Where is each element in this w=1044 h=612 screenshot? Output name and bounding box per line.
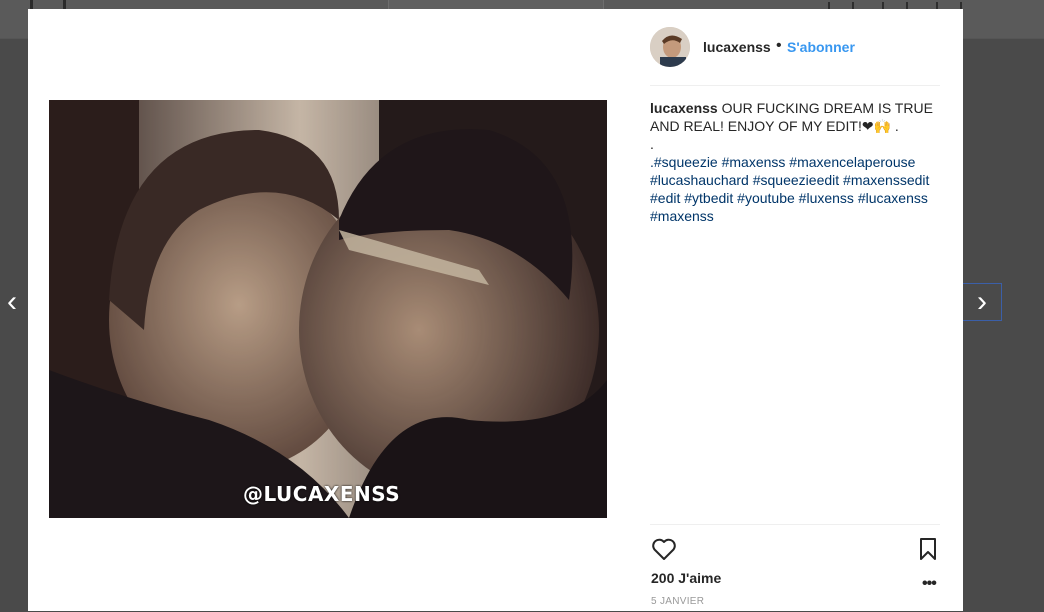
- avatar-image: [650, 27, 690, 67]
- bookmark-icon[interactable]: [918, 537, 938, 561]
- header-separator: •: [776, 37, 782, 54]
- likes-count[interactable]: 200 J'aime: [651, 570, 721, 586]
- post-photo-image: [49, 100, 607, 518]
- post-photo: @LUCAXENSS: [49, 100, 607, 518]
- more-options-icon[interactable]: •••: [922, 575, 937, 593]
- post-caption: lucaxenss OUR FUCKING DREAM IS TRUE AND …: [650, 99, 940, 225]
- next-post-arrow-icon[interactable]: ›: [962, 283, 1002, 321]
- heart-icon[interactable]: [651, 537, 677, 561]
- caption-hashtags[interactable]: .#squeezie #maxenss #maxencelaperouse #l…: [650, 154, 929, 224]
- post-modal: @LUCAXENSS lucaxenss • S'abonner lucaxen…: [28, 9, 963, 611]
- post-header: lucaxenss • S'abonner: [650, 27, 940, 86]
- post-sidebar: lucaxenss • S'abonner lucaxenss OUR FUCK…: [650, 9, 940, 611]
- post-date[interactable]: 5 JANVIER: [651, 596, 704, 607]
- username-link[interactable]: lucaxenss: [703, 39, 771, 55]
- avatar[interactable]: [650, 27, 690, 67]
- post-actions: 200 J'aime ••• 5 JANVIER: [650, 524, 940, 612]
- previous-post-arrow-icon[interactable]: ‹: [0, 283, 30, 321]
- caption-username-link[interactable]: lucaxenss: [650, 100, 718, 116]
- photo-watermark: @LUCAXENSS: [243, 482, 401, 506]
- follow-button[interactable]: S'abonner: [787, 39, 855, 55]
- caption-dot: .: [650, 136, 654, 152]
